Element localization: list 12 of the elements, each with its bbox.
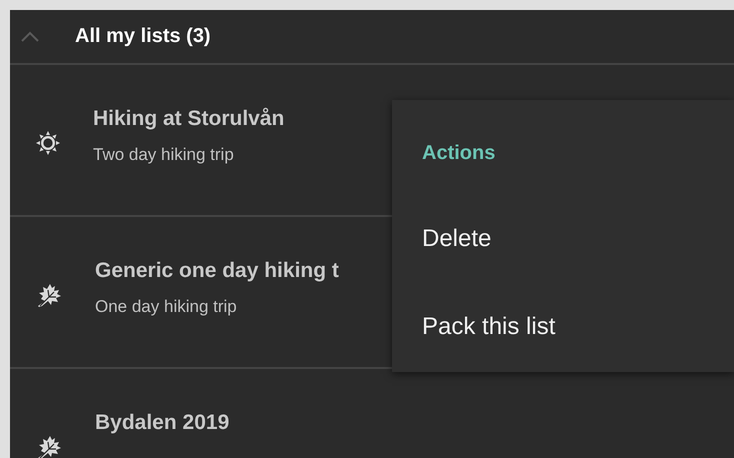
sun-icon: [36, 131, 60, 155]
menu-item[interactable]: Pack this list: [422, 313, 556, 341]
list-subtitle: One day hiking trip: [95, 297, 238, 317]
chevron-icon[interactable]: [20, 30, 40, 42]
list-title[interactable]: Generic one day hiking t: [95, 259, 339, 283]
list-subtitle: Two day hiking trip: [93, 145, 235, 165]
section-title: All my lists (3): [75, 25, 211, 48]
list-title[interactable]: Hiking at Storulvån: [93, 107, 284, 131]
leaf-icon: [36, 283, 62, 309]
menu-title: Actions: [422, 142, 496, 165]
list-title[interactable]: Bydalen 2019: [95, 411, 230, 435]
menu-item[interactable]: Delete: [422, 225, 492, 253]
